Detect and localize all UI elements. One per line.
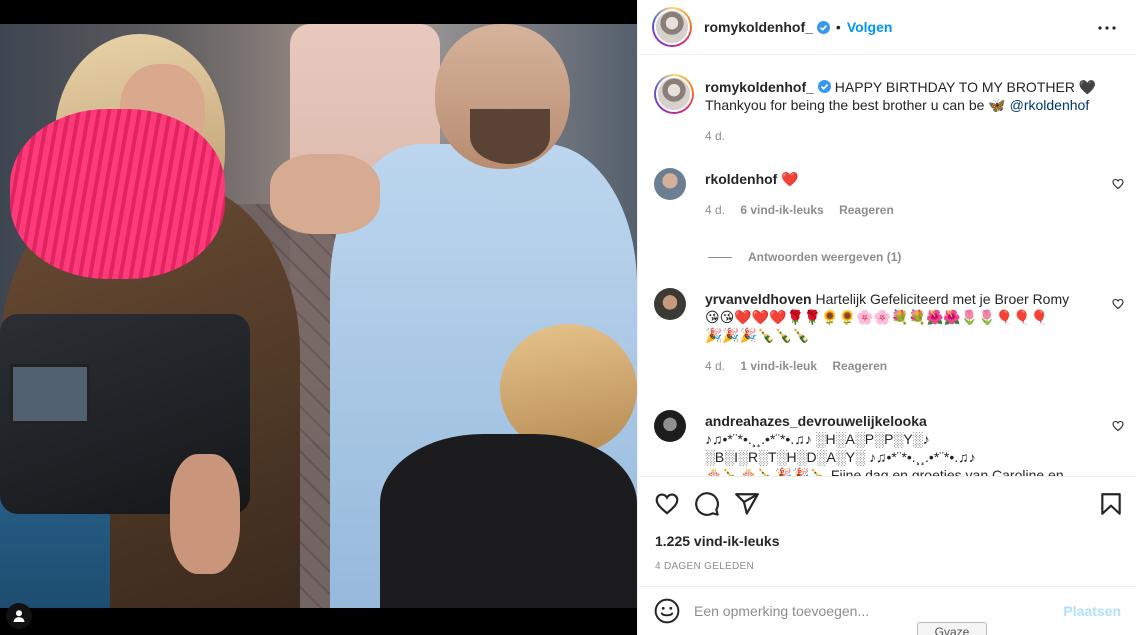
verified-badge-icon <box>817 80 831 93</box>
comment-text-line3: 🎂🍾🎂🍾🎉🎉🍾 Fijne dag en groetjes van Caroli… <box>705 467 1064 476</box>
caption-author-avatar[interactable] <box>654 74 694 114</box>
verified-badge-icon <box>816 20 830 34</box>
bookmark-icon[interactable] <box>1098 491 1124 517</box>
comment-text: Hartelijk Gefeliciteerd met je Broer Rom… <box>815 291 1070 307</box>
comment-text-line3: 🎉🎉🎉🍾🍾🍾 <box>705 327 810 343</box>
caption-meta: 4 d. <box>705 129 737 143</box>
comment-text-line2: ░B░I░R░T░H░D░A░Y░ ♪♫•*¨*•.¸¸.•*¨*•.♫♪ <box>705 449 976 465</box>
caption-mention-link[interactable]: @rkoldenhof <box>1010 97 1090 113</box>
comment-body: yrvanveldhoven Hartelijk Gefeliciteerd m… <box>705 290 1097 344</box>
caption-text-line2: Thankyou for being the best brother u ca… <box>705 97 1006 113</box>
photo-region-man-beard <box>470 109 550 164</box>
comment-text-line2: 😘😘❤️❤️❤️🌹🌹🌻🌻🌸🌸💐💐🌺🌺🌷🌷🎈🎈🎈 <box>705 309 1048 325</box>
comment-like-icon[interactable] <box>1112 420 1124 432</box>
comment-likes[interactable]: 6 vind-ik-leuks <box>740 203 823 217</box>
comment-meta: 4 d. 6 vind-ik-leuks Reageren <box>705 203 906 217</box>
tooltip: Gvaze <box>917 622 987 635</box>
caption-text: HAPPY BIRTHDAY TO MY BROTHER 🖤 <box>834 79 1097 95</box>
header-separator: • <box>835 19 841 35</box>
comment-username[interactable]: rkoldenhof <box>705 171 777 187</box>
comment-meta: 4 d. 1 vind-ik-leuk Reageren <box>705 359 899 373</box>
post-details-panel: romykoldenhof_ • Volgen romykoldenhof_ H… <box>637 0 1136 635</box>
comment-avatar[interactable] <box>654 288 686 320</box>
comment-icon[interactable] <box>694 491 720 517</box>
comment-reply-button[interactable]: Reageren <box>839 203 894 217</box>
photo-region-black-jacket <box>380 434 637 608</box>
photo-region-pink-scarf <box>10 109 225 279</box>
view-replies-label: Antwoorden weergeven (1) <box>748 250 902 264</box>
comment-text: ♪♫•*¨*•.¸¸.•*¨*•.♫♪ ░H░A░P░P░Y░♪ <box>705 431 930 447</box>
comment-input[interactable] <box>694 603 1054 619</box>
follow-button[interactable]: Volgen <box>847 19 893 35</box>
author-avatar[interactable] <box>652 7 692 47</box>
comment-avatar[interactable] <box>654 168 686 200</box>
comments-list[interactable]: romykoldenhof_ HAPPY BIRTHDAY TO MY BROT… <box>638 56 1136 476</box>
view-replies-button[interactable]: Antwoorden weergeven (1) <box>708 250 901 264</box>
caption-timestamp[interactable]: 4 d. <box>705 129 725 143</box>
comment-username[interactable]: andreahazes_devrouwelijkelooka <box>705 413 927 429</box>
add-comment-bar: Plaatsen <box>638 586 1136 635</box>
photo-region-camera-screen <box>10 364 90 424</box>
comment-like-icon[interactable] <box>1112 298 1124 310</box>
replies-divider-line <box>708 256 732 258</box>
like-count[interactable]: 1.225 vind-ik-leuks <box>655 533 780 549</box>
action-buttons <box>654 491 1124 519</box>
post-comment-button[interactable]: Plaatsen <box>1063 603 1121 619</box>
comment-reply-button[interactable]: Reageren <box>832 359 887 373</box>
comment-text: ❤️ <box>781 171 799 187</box>
photo-region-camera-hand <box>170 454 240 574</box>
user-tag-button[interactable] <box>6 603 32 629</box>
comment-body: andreahazes_devrouwelijkelooka ♪♫•*¨*•.¸… <box>705 412 1097 476</box>
comment-timestamp[interactable]: 4 d. <box>705 359 725 373</box>
emoji-icon[interactable] <box>654 598 680 624</box>
comment-like-icon[interactable] <box>1112 178 1124 190</box>
more-options-icon <box>1098 26 1116 30</box>
author-username[interactable]: romykoldenhof_ <box>704 19 813 35</box>
more-options-button[interactable] <box>1095 16 1119 40</box>
share-icon[interactable] <box>734 491 760 517</box>
user-tag-icon <box>13 610 25 622</box>
comment-avatar[interactable] <box>654 410 686 442</box>
comment-likes[interactable]: 1 vind-ik-leuk <box>740 359 817 373</box>
posted-ago[interactable]: 4 DAGEN GELEDEN <box>655 561 754 572</box>
post-header: romykoldenhof_ • Volgen <box>638 0 1136 55</box>
heart-icon[interactable] <box>654 491 680 517</box>
comment-timestamp[interactable]: 4 d. <box>705 203 725 217</box>
comment-username[interactable]: yrvanveldhoven <box>705 291 812 307</box>
comment-body: rkoldenhof ❤️ <box>705 170 1097 188</box>
photo-region-handshake <box>270 154 380 234</box>
post-actions: 1.225 vind-ik-leuks 4 DAGEN GELEDEN <box>638 476 1136 586</box>
post-photo[interactable] <box>0 24 637 608</box>
post-media-panel[interactable] <box>0 0 637 635</box>
caption-body: romykoldenhof_ HAPPY BIRTHDAY TO MY BROT… <box>705 78 1097 114</box>
caption-author-username[interactable]: romykoldenhof_ <box>705 79 814 95</box>
